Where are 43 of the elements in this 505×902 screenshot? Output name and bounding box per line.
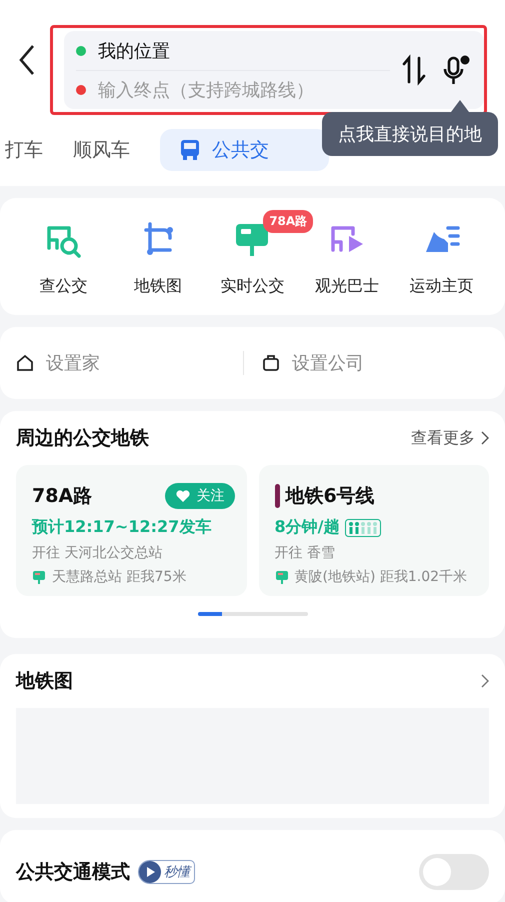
line-card[interactable]: 地铁6号线 8分钟/趟 开往 香雪 黄陂(地铁站) 距我1.02千米 — [258, 465, 489, 596]
direction-text: 开往 天河北公交总站 — [32, 544, 164, 562]
voice-tooltip: 点我直接说目的地 — [322, 112, 498, 156]
line-card[interactable]: 78A路 关注 预计12:17~12:27发车 开往 天河北公交总站 天慧路总站 距我75米 — [16, 465, 246, 596]
briefcase-icon — [262, 354, 280, 372]
departure-time: 预计12:17~12:27发车 — [32, 517, 212, 538]
mode-tab[interactable]: 顺风车 — [73, 137, 130, 163]
bus-icon — [178, 138, 202, 162]
section-title: 周边的公交地铁 — [16, 426, 149, 451]
station-text: 黄陂(地铁站) 距我1.02千米 — [294, 568, 468, 586]
station-icon — [274, 570, 288, 584]
section-title: 地铁图 — [16, 669, 73, 694]
shortcut-item[interactable]: 运动主页 — [410, 218, 474, 297]
back-icon[interactable] — [18, 44, 36, 76]
direction-text: 开往 香雪 — [274, 544, 336, 562]
place-button[interactable]: 设置公司 — [243, 351, 489, 375]
mode-tab[interactable]: 公共交 — [160, 129, 329, 171]
station-text: 天慧路总站 距我75米 — [52, 568, 186, 586]
microphone-icon[interactable] — [442, 54, 470, 86]
shortcut-item[interactable]: 地铁图 — [134, 218, 182, 297]
crowd-icon — [345, 518, 382, 536]
destination-dot — [76, 84, 86, 94]
line-name: 地铁6号线 — [286, 484, 375, 509]
place-button[interactable]: 设置家 — [16, 351, 243, 375]
explainer-badge[interactable]: 秒懂 — [138, 860, 195, 884]
shortcut-item[interactable]: 观光巴士 — [315, 218, 380, 297]
shortcut-item[interactable]: 查公交 — [39, 218, 88, 297]
more-link[interactable]: 查看更多 — [411, 428, 489, 448]
chevron-icon — [481, 674, 489, 688]
origin-field[interactable]: 我的位置 — [98, 38, 170, 62]
heart-icon — [174, 489, 190, 503]
station-icon — [32, 570, 46, 584]
origin-dot — [76, 46, 86, 56]
frequency-text: 8分钟/趟 — [274, 517, 340, 538]
section-title: 公共交通模式 — [16, 860, 130, 885]
swap-icon[interactable] — [400, 54, 428, 86]
chevron-icon — [481, 431, 489, 445]
play-icon — [139, 861, 161, 883]
mode-tab[interactable]: 打车 — [5, 137, 43, 163]
home-icon — [16, 354, 34, 372]
line-name: 78A路 — [32, 484, 92, 509]
mode-toggle[interactable] — [419, 854, 489, 890]
route-badge: 78A路 — [263, 210, 314, 233]
